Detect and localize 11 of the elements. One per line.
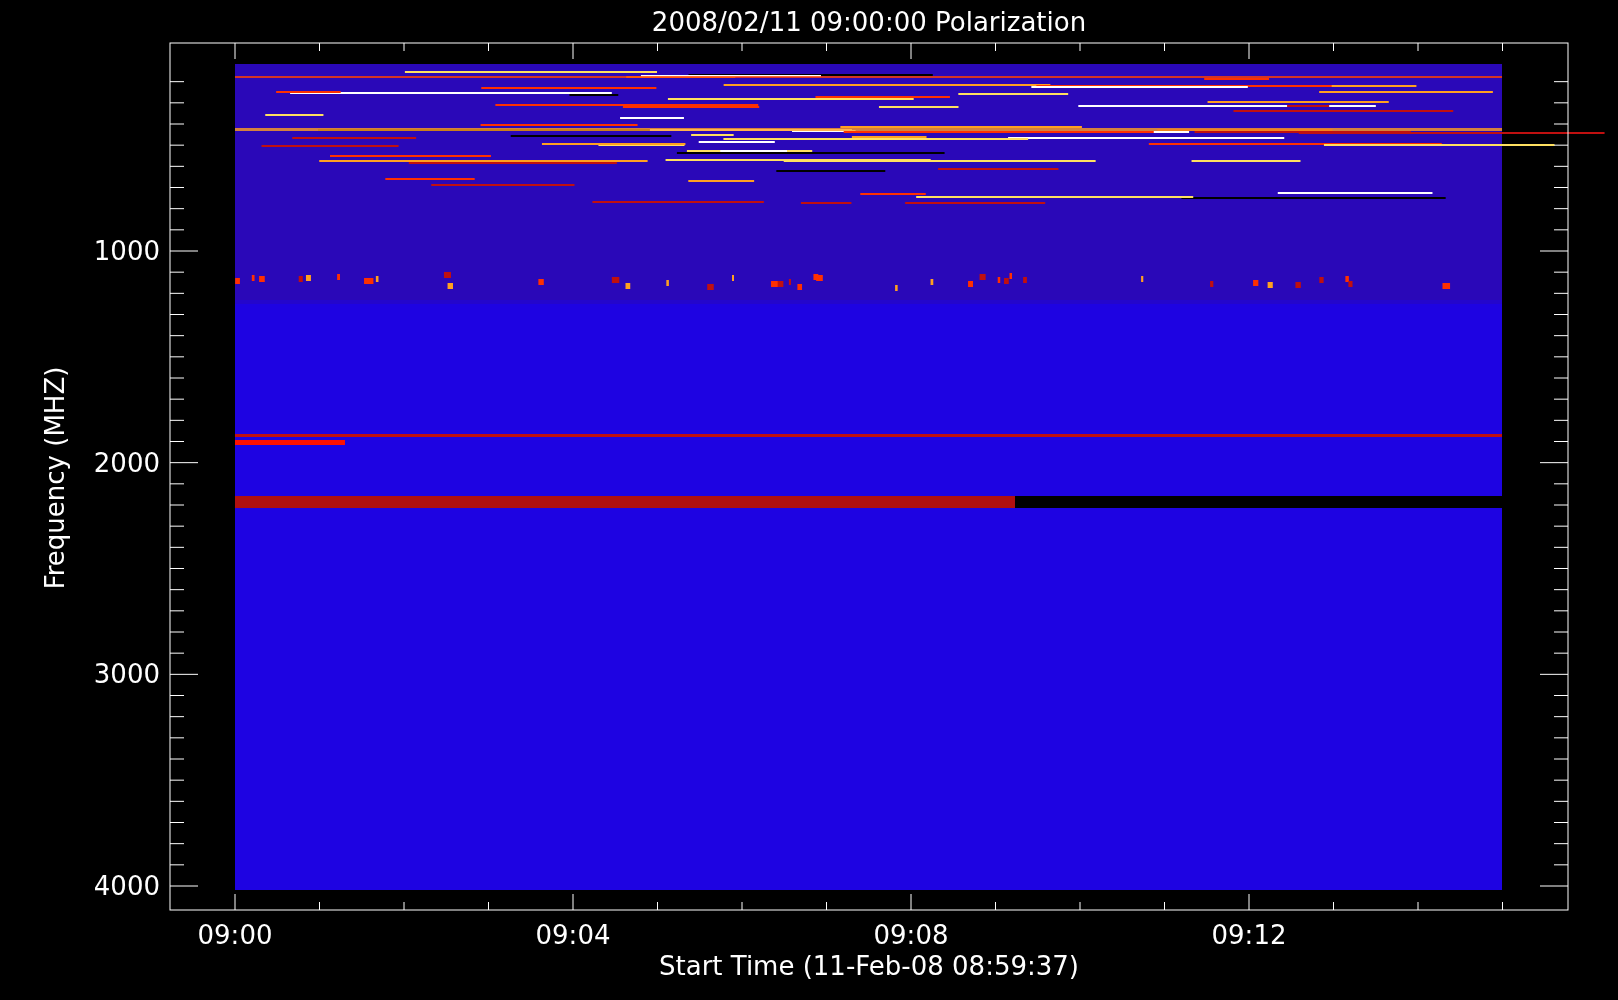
y-axis-title: Frequency (MHZ) (40, 366, 70, 590)
x-tick-label: 09:12 (1211, 920, 1287, 950)
x-tick-label: 09:00 (197, 920, 273, 950)
x-tick-label: 09:04 (535, 920, 611, 950)
y-tick-label: 4000 (93, 871, 160, 901)
y-tick-label: 3000 (93, 659, 160, 690)
x-tick-label: 09:08 (873, 920, 949, 950)
y-tick-label: 2000 (93, 447, 160, 478)
x-axis-title: Start Time (11-Feb-08 08:59:37) (659, 951, 1079, 981)
y-tick-label: 1000 (93, 236, 160, 266)
chart-title: 2008/02/11 09:00:00 Polarization (651, 7, 1087, 37)
